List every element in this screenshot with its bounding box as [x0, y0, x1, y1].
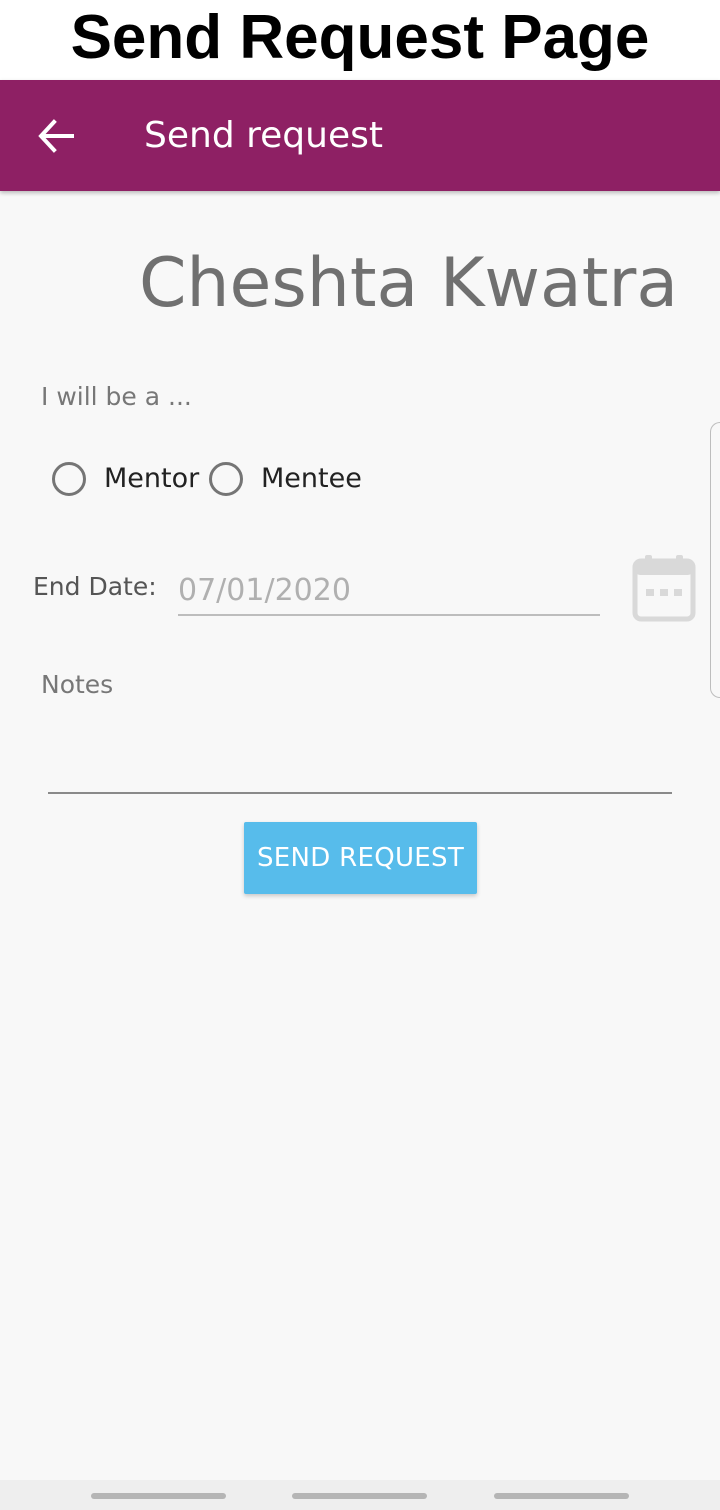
- radio-circle-icon: [52, 462, 86, 496]
- system-nav-bar: [0, 1480, 720, 1510]
- end-date-label: End Date:: [33, 572, 157, 601]
- edge-panel-handle[interactable]: [710, 422, 720, 698]
- calendar-button[interactable]: [632, 553, 696, 623]
- arrow-left-icon: [38, 119, 74, 153]
- end-date-input[interactable]: [178, 566, 600, 616]
- nav-home[interactable]: [292, 1493, 427, 1499]
- radio-mentee-label: Mentee: [261, 463, 362, 494]
- nav-recent-apps[interactable]: [91, 1493, 226, 1499]
- radio-mentee[interactable]: Mentee: [209, 458, 362, 500]
- app-bar-title: Send request: [144, 115, 383, 156]
- role-prompt: I will be a ...: [41, 382, 192, 411]
- recipient-name: Cheshta Kwatra: [138, 244, 678, 323]
- back-button[interactable]: [36, 118, 76, 154]
- notes-input[interactable]: [48, 728, 672, 794]
- nav-back[interactable]: [494, 1493, 629, 1499]
- app-bar: Send request: [0, 80, 720, 191]
- caption-text: Send Request Page: [70, 3, 650, 72]
- send-request-button[interactable]: SEND REQUEST: [244, 822, 477, 894]
- radio-circle-icon: [209, 462, 243, 496]
- page-caption: Send Request Page: [0, 0, 720, 80]
- radio-mentor[interactable]: Mentor: [52, 458, 199, 500]
- calendar-icon: [632, 555, 696, 622]
- radio-mentor-label: Mentor: [104, 463, 200, 494]
- notes-label: Notes: [41, 670, 114, 699]
